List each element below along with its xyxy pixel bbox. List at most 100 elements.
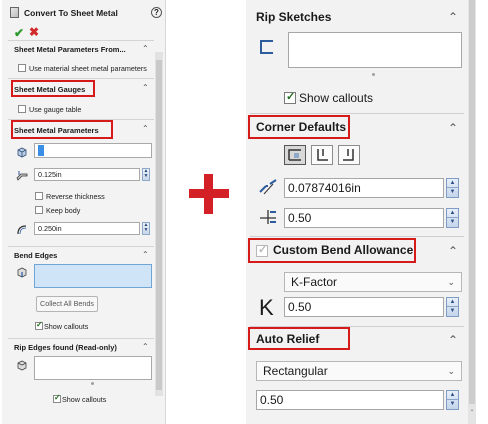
highlight-box <box>248 327 350 350</box>
relief-ratio-input[interactable]: 0.50 <box>256 390 444 410</box>
relief-type-dropdown[interactable]: Rectangular ⌄ <box>256 361 462 381</box>
spin-up-icon[interactable]: ▲ <box>447 298 458 307</box>
chevron-down-icon: ⌄ <box>447 277 455 287</box>
k-factor-icon: K <box>259 295 274 320</box>
scrollbar-thumb[interactable] <box>469 0 475 404</box>
spin-up-icon[interactable]: ▲ <box>447 391 458 400</box>
resize-handle[interactable] <box>372 73 375 76</box>
relief-ratio-spinner[interactable]: ▲ ▼ <box>446 390 459 410</box>
overlap-ratio-input[interactable]: 0.50 <box>284 208 444 228</box>
section-header-params-from[interactable]: Sheet Metal Parameters From... <box>14 45 126 54</box>
spin-down-icon[interactable]: ▼ <box>447 188 458 197</box>
corner-open-butt-button[interactable] <box>338 145 360 165</box>
corner-overlap-icon <box>288 149 301 161</box>
highlight-box <box>11 120 113 139</box>
collapse-chevron-icon[interactable]: ⌃ <box>448 244 458 258</box>
k-factor-input[interactable]: 0.50 <box>284 297 444 317</box>
ok-check-icon[interactable]: ✔ <box>14 26 24 40</box>
spin-down-icon[interactable]: ▼ <box>447 218 458 227</box>
right-panel-scrollbar[interactable]: ⌄ <box>468 0 476 424</box>
k-factor-spinner[interactable]: ▲ ▼ <box>446 297 459 317</box>
overlap-ratio-spinner[interactable]: ▲ ▼ <box>446 208 459 228</box>
highlight-box <box>248 238 416 263</box>
keep-body-checkbox[interactable] <box>35 206 43 214</box>
spin-up-icon[interactable]: ▲ <box>447 209 458 218</box>
cancel-x-icon[interactable]: ✖ <box>29 25 39 39</box>
rip-sketch-list[interactable] <box>288 32 462 68</box>
corner-underlap-button[interactable] <box>311 145 333 165</box>
overlap-ratio-icon <box>260 210 276 224</box>
chevron-down-icon: ⌄ <box>447 366 455 376</box>
rip-edges-icon <box>17 360 27 371</box>
reverse-thickness-label: Reverse thickness <box>46 192 105 201</box>
show-callouts-checkbox-2[interactable] <box>53 393 61 403</box>
collapse-chevron-icon[interactable]: ⌃ <box>448 333 458 347</box>
divider <box>8 246 154 247</box>
bend-allowance-type-dropdown[interactable]: K-Factor ⌄ <box>284 272 462 292</box>
rip-sketch-icon <box>260 40 273 54</box>
show-callouts-label: Show callouts <box>299 91 374 105</box>
collapse-chevron-icon[interactable]: ⌃ <box>142 250 149 259</box>
divider <box>250 236 464 237</box>
gap-distance-icon <box>259 179 277 195</box>
collapse-chevron-icon[interactable]: ⌃ <box>448 121 458 135</box>
convert-to-sheet-metal-panel: Convert To Sheet Metal ? ✔ ✖ Sheet Metal… <box>2 0 166 424</box>
thickness-icon <box>16 171 28 181</box>
convert-sheet-metal-icon <box>10 7 19 18</box>
face-selection-icon <box>17 147 27 158</box>
spin-down-icon[interactable]: ▼ <box>447 400 458 409</box>
use-material-params-label: Use material sheet metal parameters <box>29 64 147 73</box>
divider <box>250 113 464 114</box>
bend-radius-input[interactable]: 0.250in <box>34 222 140 235</box>
keep-body-label: Keep body <box>46 206 81 215</box>
divider <box>8 338 154 339</box>
gap-distance-spinner[interactable]: ▲ ▼ <box>446 178 459 198</box>
bend-edges-icon <box>17 267 27 278</box>
section-header-bend-edges[interactable]: Bend Edges <box>14 251 57 260</box>
collect-all-bends-button[interactable]: Collect All Bends <box>36 296 98 312</box>
highlight-box <box>248 115 350 139</box>
divider <box>8 40 154 41</box>
bend-radius-spinner[interactable]: ▲ ▼ <box>142 222 150 235</box>
reverse-thickness-checkbox[interactable] <box>35 192 43 200</box>
collapse-chevron-icon[interactable]: ⌃ <box>142 83 149 92</box>
highlight-box <box>11 80 95 97</box>
corner-overlap-button[interactable] <box>284 145 306 165</box>
collapse-chevron-icon[interactable]: ⌃ <box>142 44 149 53</box>
bend-edges-selection-box[interactable] <box>34 264 152 288</box>
sheet-metal-options-panel: Rip Sketches ⌃ Show callouts Corner Defa… <box>246 0 468 424</box>
corner-open-butt-icon <box>343 149 354 161</box>
bend-allowance-type-value: K-Factor <box>291 275 338 289</box>
corner-underlap-icon <box>317 149 328 161</box>
collapse-chevron-icon[interactable]: ⌃ <box>142 342 149 351</box>
face-selection-box[interactable] <box>34 143 152 158</box>
section-header-rip-sketches[interactable]: Rip Sketches <box>256 10 331 24</box>
rip-edges-list[interactable] <box>34 356 152 380</box>
show-callouts-label: Show callouts <box>44 322 89 331</box>
thickness-spinner[interactable]: ▲ ▼ <box>142 168 150 181</box>
selection-fill <box>38 145 44 156</box>
spin-up-icon[interactable]: ▲ <box>447 179 458 188</box>
collapse-chevron-icon[interactable]: ⌃ <box>448 10 458 24</box>
scroll-down-icon[interactable]: ⌄ <box>468 406 476 413</box>
plus-sign <box>189 174 229 214</box>
use-material-params-checkbox[interactable] <box>18 64 26 72</box>
help-icon[interactable]: ? <box>151 7 162 18</box>
plus-vertical-bar <box>204 174 213 214</box>
collapse-chevron-icon[interactable]: ⌃ <box>142 124 149 133</box>
show-callouts-checkbox[interactable] <box>35 320 43 330</box>
gap-distance-input[interactable]: 0.07874016in <box>284 178 444 198</box>
section-header-rip-edges[interactable]: Rip Edges found (Read-only) <box>14 343 117 352</box>
use-gauge-table-checkbox[interactable] <box>18 105 26 113</box>
thickness-input[interactable]: 0.125in <box>34 168 140 181</box>
spin-down-icon[interactable]: ▼ <box>447 307 458 316</box>
use-gauge-table-label: Use gauge table <box>29 105 82 114</box>
panel-title: Convert To Sheet Metal <box>24 8 118 18</box>
show-callouts-checkbox[interactable] <box>284 90 296 104</box>
left-panel-scrollbar[interactable] <box>155 52 163 396</box>
relief-type-value: Rectangular <box>263 364 328 378</box>
scrollbar-thumb[interactable] <box>156 60 162 390</box>
show-callouts-label-2: Show callouts <box>62 395 107 404</box>
bend-radius-icon <box>17 225 27 235</box>
resize-handle[interactable] <box>91 382 94 385</box>
